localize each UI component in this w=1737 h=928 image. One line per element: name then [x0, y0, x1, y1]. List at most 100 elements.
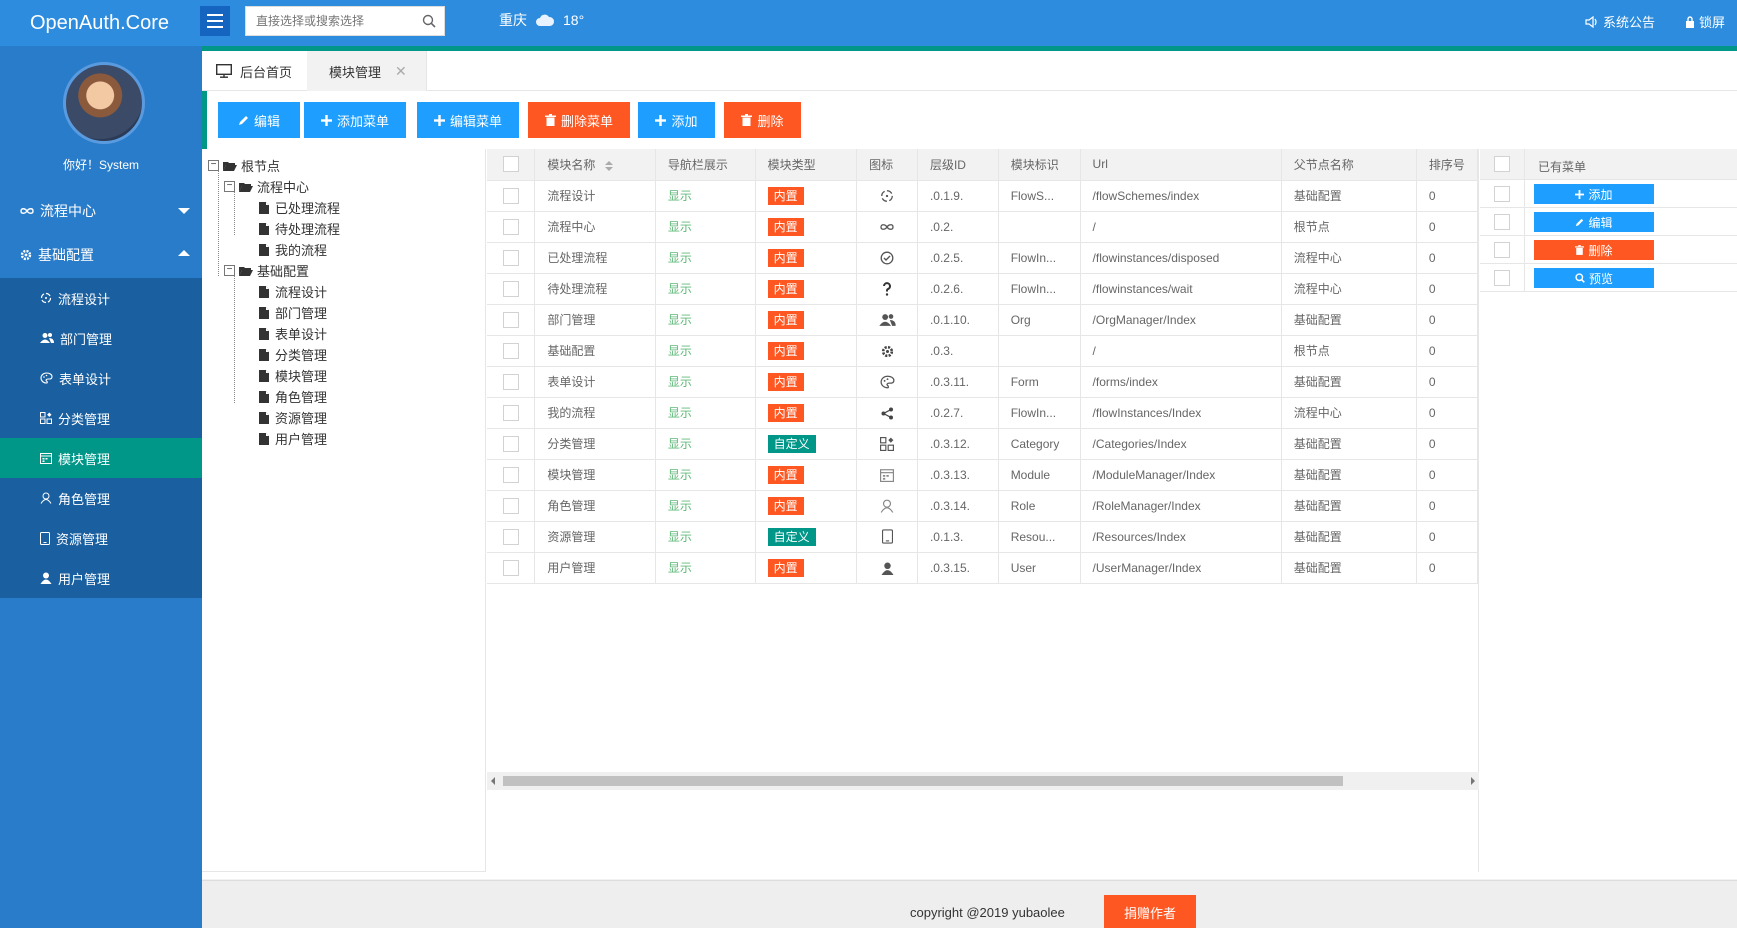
tree-leaf[interactable]: 部门管理 — [202, 302, 485, 323]
horizontal-scrollbar[interactable] — [487, 772, 1479, 790]
table-row[interactable]: 表单设计 显示 内置 .0.3.11. Form/forms/index 基础配置 0 — [487, 366, 1478, 398]
tree-node-basic-config[interactable]: − 基础配置 — [202, 260, 485, 281]
nav-group-flow-center[interactable]: 流程中心 — [0, 188, 202, 233]
select-all-menus-checkbox[interactable] — [1494, 156, 1510, 172]
row-select-cell[interactable] — [487, 273, 536, 305]
sidebar-item-module[interactable]: 模块管理 — [0, 438, 202, 478]
row-select-cell[interactable] — [487, 180, 536, 212]
row-checkbox[interactable] — [1494, 186, 1510, 202]
tree-leaf[interactable]: 模块管理 — [202, 365, 485, 386]
table-row[interactable]: 流程设计 显示 内置 .0.1.9. FlowS.../flowSchemes/inde… — [487, 180, 1478, 212]
edit-menu-button[interactable]: 编辑菜单 — [417, 102, 519, 138]
column-header-icon[interactable]: 图标 — [856, 149, 918, 181]
lock-button[interactable]: 锁屏 — [1685, 12, 1725, 31]
select-all-cell[interactable] — [487, 149, 536, 181]
tree-leaf[interactable]: 资源管理 — [202, 407, 485, 428]
tree-leaf[interactable]: 待处理流程 — [202, 218, 485, 239]
tree-leaf[interactable]: 分类管理 — [202, 344, 485, 365]
row-select-cell[interactable] — [487, 211, 536, 243]
row-select-cell[interactable] — [487, 552, 536, 584]
add-menu-button[interactable]: 添加菜单 — [304, 102, 406, 138]
tree-leaf[interactable]: 已处理流程 — [202, 197, 485, 218]
tree-leaf[interactable]: 用户管理 — [202, 428, 485, 449]
select-all-checkbox[interactable] — [502, 156, 519, 173]
sidebar-item-org[interactable]: 部门管理 — [0, 318, 202, 358]
table-row[interactable]: 已处理流程 显示 内置 .0.2.5. FlowIn.../flowinstances/… — [487, 242, 1478, 274]
delete-button[interactable]: 删除 — [724, 102, 801, 138]
scroll-right-icon[interactable] — [1471, 777, 1475, 785]
collapse-icon[interactable]: − — [224, 181, 235, 192]
row-select-cell[interactable] — [487, 304, 536, 336]
search-icon[interactable] — [422, 14, 436, 28]
table-row[interactable]: 流程中心 显示 内置 .0.2. / 根节点 0 — [487, 211, 1478, 243]
row-checkbox[interactable] — [502, 466, 519, 483]
row-checkbox[interactable] — [502, 249, 519, 266]
tree-node-flow-center[interactable]: − 流程中心 — [202, 176, 485, 197]
table-row[interactable]: 基础配置 显示 内置 .0.3. / 根节点 0 — [487, 335, 1478, 367]
row-checkbox[interactable] — [502, 187, 519, 204]
column-header-cascade[interactable]: 层级ID — [917, 149, 999, 181]
collapse-icon[interactable]: − — [224, 265, 235, 276]
column-header-url[interactable]: Url — [1080, 149, 1282, 181]
tree-node-root[interactable]: − 根节点 — [202, 155, 485, 176]
table-row[interactable]: 资源管理 显示 自定义 .0.1.3. Resou.../Resources/Index… — [487, 521, 1478, 553]
table-row[interactable]: 分类管理 显示 自定义 .0.3.12. Category/Categories/Ind… — [487, 428, 1478, 460]
column-header-type[interactable]: 模块类型 — [755, 149, 858, 181]
table-row[interactable]: 用户管理 显示 内置 .0.3.15. User/UserManager/Index 基础… — [487, 552, 1478, 584]
tree-leaf[interactable]: 角色管理 — [202, 386, 485, 407]
scroll-thumb[interactable] — [503, 776, 1343, 786]
app-logo[interactable]: OpenAuth.Core — [30, 8, 169, 38]
sort-icon[interactable] — [604, 160, 613, 171]
tab-home[interactable]: 后台首页 — [202, 51, 307, 91]
menu-delete-button[interactable]: 删除 — [1534, 240, 1654, 260]
row-select-cell[interactable] — [487, 335, 536, 367]
row-select-cell[interactable] — [487, 366, 536, 398]
menu-toggle-button[interactable] — [200, 6, 230, 36]
scroll-left-icon[interactable] — [491, 777, 495, 785]
row-select-cell[interactable] — [487, 397, 536, 429]
row-select-cell[interactable] — [487, 459, 536, 491]
row-checkbox[interactable] — [502, 559, 519, 576]
sidebar-item-form-design[interactable]: 表单设计 — [0, 358, 202, 398]
sidebar-item-flow-design[interactable]: 流程设计 — [0, 278, 202, 318]
search-input[interactable] — [246, 7, 416, 35]
row-checkbox[interactable] — [502, 528, 519, 545]
table-row[interactable]: 角色管理 显示 内置 .0.3.14. Role/RoleManager/Index 基础… — [487, 490, 1478, 522]
search-box[interactable] — [245, 6, 445, 36]
row-checkbox[interactable] — [502, 497, 519, 514]
tree-leaf[interactable]: 流程设计 — [202, 281, 485, 302]
row-select-cell[interactable] — [487, 521, 536, 553]
row-checkbox[interactable] — [502, 435, 519, 452]
sidebar-item-user[interactable]: 用户管理 — [0, 558, 202, 598]
column-header-nav[interactable]: 导航栏展示 — [655, 149, 756, 181]
menu-preview-button[interactable]: 预览 — [1534, 268, 1654, 288]
row-checkbox[interactable] — [502, 311, 519, 328]
donate-button[interactable]: 捐赠作者 — [1104, 895, 1196, 928]
table-row[interactable]: 部门管理 显示 内置 .0.1.10. Org/OrgManager/Index 基础配置… — [487, 304, 1478, 336]
tree-leaf[interactable]: 表单设计 — [202, 323, 485, 344]
row-select-cell[interactable] — [487, 242, 536, 274]
table-row[interactable]: 待处理流程 显示 内置 .0.2.6. FlowIn.../flowinstances/… — [487, 273, 1478, 305]
nav-group-basic-config[interactable]: 基础配置 — [0, 232, 202, 277]
tab-module-management[interactable]: 模块管理 ✕ — [307, 51, 427, 91]
table-row[interactable]: 我的流程 显示 内置 .0.2.7. FlowIn.../flowInstances/I… — [487, 397, 1478, 429]
row-checkbox[interactable] — [502, 404, 519, 421]
row-checkbox[interactable] — [502, 373, 519, 390]
avatar[interactable] — [63, 62, 145, 144]
column-header-parent[interactable]: 父节点名称 — [1281, 149, 1417, 181]
delete-menu-button[interactable]: 删除菜单 — [528, 102, 630, 138]
row-checkbox[interactable] — [1494, 270, 1510, 286]
column-header-sort[interactable]: 排序号 — [1416, 149, 1478, 181]
table-row[interactable]: 模块管理 显示 内置 .0.3.13. Module/ModuleManager/Ind… — [487, 459, 1478, 491]
collapse-icon[interactable]: − — [208, 160, 219, 171]
menu-edit-button[interactable]: 编辑 — [1534, 212, 1654, 232]
row-checkbox[interactable] — [1494, 242, 1510, 258]
sidebar-item-category[interactable]: 分类管理 — [0, 398, 202, 438]
edit-button[interactable]: 编辑 — [218, 102, 300, 138]
column-header-code[interactable]: 模块标识 — [998, 149, 1081, 181]
notice-button[interactable]: 系统公告 — [1585, 12, 1655, 31]
sidebar-item-resource[interactable]: 资源管理 — [0, 518, 202, 558]
close-icon[interactable]: ✕ — [395, 63, 407, 80]
row-select-cell[interactable] — [487, 490, 536, 522]
column-header-name[interactable]: 模块名称 — [534, 149, 656, 181]
